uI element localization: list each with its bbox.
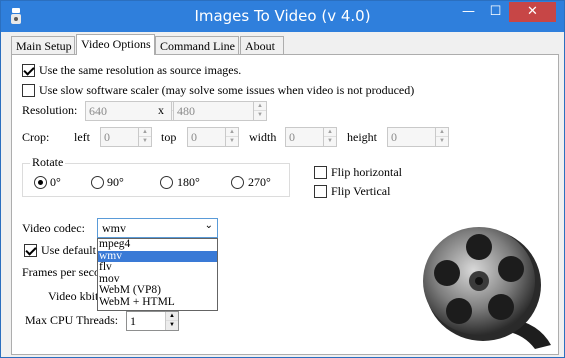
resolution-height-value: 480 bbox=[177, 104, 195, 118]
crop-width-spinner[interactable]: 0 ▲ ▼ bbox=[285, 127, 337, 147]
same-resolution-label: Use the same resolution as source images… bbox=[39, 63, 242, 77]
flip-horizontal-label: Flip horizontal bbox=[331, 165, 402, 179]
crop-left-value: 0 bbox=[104, 130, 110, 144]
title-bar[interactable]: Images To Video (v 4.0) — ☐ ✕ bbox=[1, 1, 564, 32]
crop-label: Crop: bbox=[22, 130, 50, 144]
crop-height-spinner[interactable]: 0 ▲ ▼ bbox=[387, 127, 449, 147]
rotate-270-radio[interactable] bbox=[231, 176, 244, 189]
crop-left-label: left bbox=[74, 130, 90, 144]
cpu-threads-spinner[interactable]: 1 ▲ ▼ bbox=[126, 311, 179, 331]
rotate-270-label: 270° bbox=[248, 175, 271, 189]
spin-up-icon[interactable]: ▲ bbox=[226, 128, 238, 137]
video-codec-label: Video codec: bbox=[22, 221, 85, 235]
cpu-threads-label: Max CPU Threads: bbox=[25, 313, 119, 327]
maximize-button[interactable]: ☐ bbox=[482, 2, 509, 22]
cpu-threads-value: 1 bbox=[130, 314, 136, 328]
close-button[interactable]: ✕ bbox=[509, 2, 556, 22]
resolution-label: Resolution: bbox=[22, 103, 78, 117]
tab-main-setup[interactable]: Main Setup bbox=[11, 36, 75, 54]
crop-top-spinner[interactable]: 0 ▲ ▼ bbox=[187, 127, 239, 147]
spin-down-icon[interactable]: ▼ bbox=[139, 137, 151, 146]
resolution-height-spinner[interactable]: 480 ▲ ▼ bbox=[173, 101, 267, 121]
crop-top-value: 0 bbox=[191, 130, 197, 144]
spin-up-icon[interactable]: ▲ bbox=[254, 102, 266, 111]
app-window: Images To Video (v 4.0) — ☐ ✕ Main Setup… bbox=[0, 0, 565, 358]
slow-scaler-label: Use slow software scaler (may solve some… bbox=[39, 83, 415, 97]
rotate-180-label: 180° bbox=[177, 175, 200, 189]
film-reel-icon bbox=[423, 227, 551, 349]
spin-up-icon[interactable]: ▲ bbox=[139, 128, 151, 137]
spin-down-icon[interactable]: ▼ bbox=[166, 321, 178, 330]
crop-height-value: 0 bbox=[391, 130, 397, 144]
kbit-label: Video kbit bbox=[48, 289, 97, 303]
use-default-label: Use default bbox=[41, 243, 96, 257]
use-default-checkbox[interactable] bbox=[24, 244, 37, 257]
rotate-0-label: 0° bbox=[50, 175, 61, 189]
video-codec-select[interactable]: wmv ⌄ bbox=[97, 218, 218, 238]
minimize-button[interactable]: — bbox=[455, 2, 482, 22]
same-resolution-checkbox[interactable] bbox=[22, 64, 35, 77]
flip-horizontal-checkbox[interactable] bbox=[314, 166, 327, 179]
crop-width-value: 0 bbox=[289, 130, 295, 144]
fps-label: Frames per seco bbox=[22, 265, 97, 279]
spin-down-icon[interactable]: ▼ bbox=[226, 137, 238, 146]
slow-scaler-checkbox[interactable] bbox=[22, 84, 35, 97]
resolution-width-spinner[interactable]: 640 ▲▼ bbox=[85, 101, 185, 121]
tab-command-line[interactable]: Command Line bbox=[155, 36, 239, 54]
spin-down-icon[interactable]: ▼ bbox=[324, 137, 336, 146]
crop-width-label: width bbox=[249, 130, 277, 144]
spin-up-icon[interactable]: ▲ bbox=[324, 128, 336, 137]
resolution-separator: x bbox=[158, 103, 164, 117]
tab-about[interactable]: About bbox=[240, 36, 284, 54]
rotate-180-radio[interactable] bbox=[160, 176, 173, 189]
video-codec-dropdown: mpeg4 wmv flv mov WebM (VP8) WebM + HTML bbox=[97, 238, 218, 311]
codec-option-wmv[interactable]: wmv bbox=[98, 250, 217, 263]
spin-up-icon[interactable]: ▲ bbox=[166, 312, 178, 321]
rotate-90-radio[interactable] bbox=[91, 176, 104, 189]
rotate-0-radio[interactable] bbox=[34, 176, 47, 189]
tab-video-options[interactable]: Video Options bbox=[76, 34, 155, 55]
spin-down-icon[interactable]: ▼ bbox=[254, 111, 266, 120]
spin-down-icon[interactable]: ▼ bbox=[436, 137, 448, 146]
crop-left-spinner[interactable]: 0 ▲ ▼ bbox=[100, 127, 152, 147]
codec-option-mpeg4[interactable]: mpeg4 bbox=[98, 238, 217, 251]
codec-option-webm-html[interactable]: WebM + HTML bbox=[98, 296, 217, 309]
spin-up-icon[interactable]: ▲ bbox=[436, 128, 448, 137]
resolution-width-value: 640 bbox=[89, 104, 107, 118]
flip-vertical-label: Flip Vertical bbox=[331, 184, 391, 198]
crop-height-label: height bbox=[347, 130, 377, 144]
rotate-90-label: 90° bbox=[107, 175, 124, 189]
chevron-down-icon[interactable]: ⌄ bbox=[205, 220, 213, 231]
rotate-group-label: Rotate bbox=[30, 155, 66, 170]
crop-top-label: top bbox=[161, 130, 177, 144]
video-codec-value: wmv bbox=[102, 221, 126, 235]
flip-vertical-checkbox[interactable] bbox=[314, 185, 327, 198]
